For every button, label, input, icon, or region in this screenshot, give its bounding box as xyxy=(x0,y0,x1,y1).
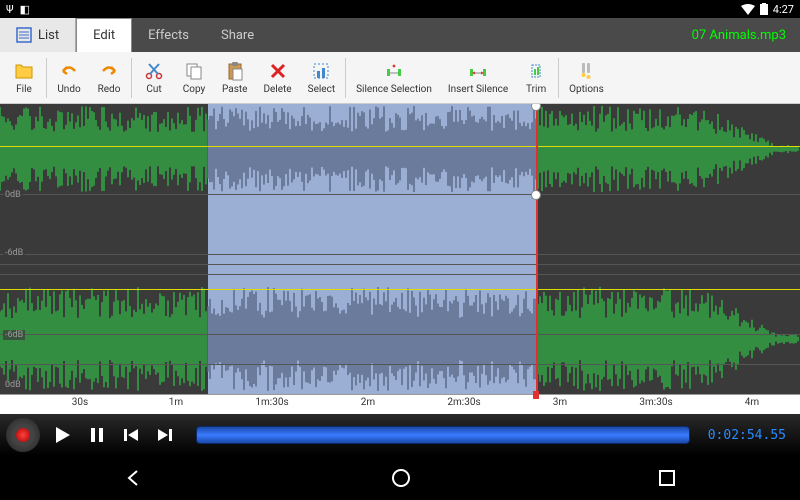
paste-icon xyxy=(224,60,246,82)
redo-button[interactable]: Redo xyxy=(89,57,129,98)
silence-selection-button[interactable]: Silence Selection xyxy=(348,57,440,98)
silence-icon xyxy=(383,60,405,82)
wifi-icon xyxy=(741,4,755,15)
list-icon xyxy=(16,27,32,43)
select-icon xyxy=(310,60,332,82)
record-icon xyxy=(16,428,30,442)
file-button[interactable]: File xyxy=(4,57,44,98)
db-label: -6dB xyxy=(3,330,25,340)
file-icon xyxy=(13,60,35,82)
trim-button[interactable]: Trim xyxy=(516,57,556,98)
options-button[interactable]: Options xyxy=(561,57,612,98)
android-status-bar: Ψ ◧ 4:27 xyxy=(0,0,800,18)
tab-share[interactable]: Share xyxy=(205,18,270,52)
trim-icon xyxy=(525,60,547,82)
tab-effects[interactable]: Effects xyxy=(132,18,205,52)
waveform-svg xyxy=(0,104,800,394)
battery-icon xyxy=(760,3,768,15)
options-icon xyxy=(575,60,597,82)
skip-forward-button[interactable] xyxy=(152,422,178,448)
copy-icon xyxy=(183,60,205,82)
debug-icon: ◧ xyxy=(20,3,30,16)
recents-button[interactable] xyxy=(627,460,707,496)
tab-list[interactable]: List xyxy=(0,18,76,52)
record-button[interactable] xyxy=(6,418,40,452)
cut-button[interactable]: Cut xyxy=(134,57,174,98)
envelope-line xyxy=(0,289,800,290)
home-button[interactable] xyxy=(360,459,442,497)
toolbar: File Undo Redo Cut Copy Paste Delete Sel… xyxy=(0,52,800,104)
db-label: 0dB xyxy=(3,380,23,390)
copy-button[interactable]: Copy xyxy=(174,57,214,98)
delete-button[interactable]: Delete xyxy=(255,57,299,98)
cut-icon xyxy=(143,60,165,82)
insert-silence-icon xyxy=(467,60,489,82)
progress-bar[interactable] xyxy=(196,426,690,444)
db-label: -6dB xyxy=(3,248,25,258)
clock-text: 4:27 xyxy=(773,3,794,16)
paste-button[interactable]: Paste xyxy=(214,57,255,98)
time-display: 0:02:54.55 xyxy=(708,428,794,443)
usb-icon: Ψ xyxy=(6,3,14,16)
time-ruler[interactable]: 30s 1m 1m:30s 2m 2m:30s 3m 3m:30s 4m xyxy=(0,394,800,414)
play-button[interactable] xyxy=(48,421,76,449)
insert-silence-button[interactable]: Insert Silence xyxy=(440,57,516,98)
undo-icon xyxy=(58,60,80,82)
select-button[interactable]: Select xyxy=(300,57,343,98)
back-button[interactable] xyxy=(93,459,175,497)
redo-icon xyxy=(98,60,120,82)
tab-bar: List Edit Effects Share 07 Animals.mp3 xyxy=(0,18,800,52)
waveform-area[interactable]: 0dB -6dB -6dB 0dB xyxy=(0,104,800,394)
envelope-line xyxy=(0,146,800,147)
undo-button[interactable]: Undo xyxy=(49,57,89,98)
skip-back-button[interactable] xyxy=(118,422,144,448)
db-label: 0dB xyxy=(3,190,23,200)
tab-edit[interactable]: Edit xyxy=(76,18,132,52)
transport-bar: 0:02:54.55 xyxy=(0,414,800,456)
playhead[interactable] xyxy=(536,104,538,394)
filename-display: 07 Animals.mp3 xyxy=(678,18,800,52)
android-nav-bar xyxy=(0,456,800,500)
pause-button[interactable] xyxy=(84,422,110,448)
delete-icon xyxy=(267,60,289,82)
